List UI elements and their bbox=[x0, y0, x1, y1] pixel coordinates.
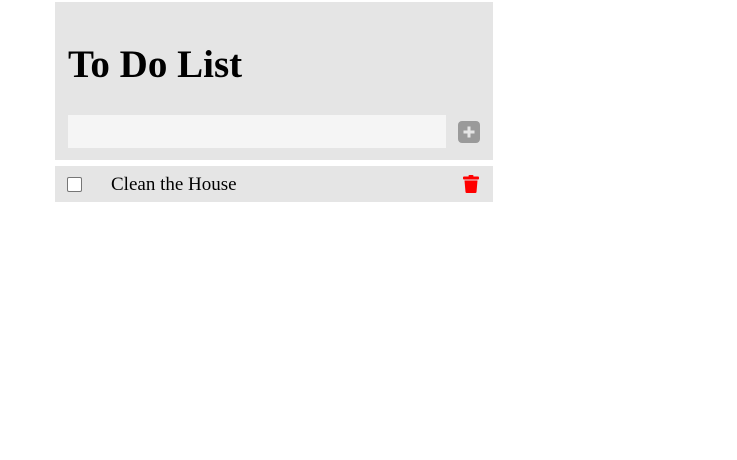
todo-header: To Do List bbox=[55, 2, 493, 160]
delete-todo-button[interactable] bbox=[463, 175, 479, 193]
trash-icon bbox=[463, 175, 479, 198]
plus-icon bbox=[462, 125, 476, 139]
todo-checkbox[interactable] bbox=[67, 177, 82, 192]
todo-item: Clean the House bbox=[55, 166, 493, 202]
todo-app: To Do List Clean the House bbox=[55, 2, 493, 202]
new-task-input[interactable] bbox=[68, 115, 446, 148]
page-title: To Do List bbox=[68, 43, 243, 86]
add-task-button[interactable] bbox=[458, 121, 480, 143]
todo-text: Clean the House bbox=[111, 174, 237, 195]
